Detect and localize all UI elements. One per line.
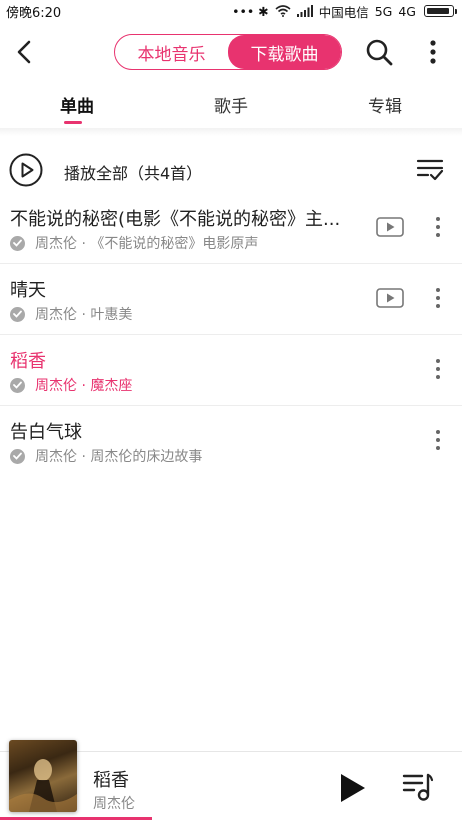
back-icon[interactable]	[12, 38, 40, 66]
song-artist-album: 周杰伦 · 《不能说的秘密》电影原声	[35, 236, 259, 252]
segment-local-music[interactable]: 本地音乐	[115, 35, 228, 69]
play-all-row[interactable]: 播放全部（共4首）	[0, 148, 462, 192]
mv-play-icon[interactable]	[376, 217, 404, 237]
song-subtitle: 周杰伦 · 《不能说的秘密》电影原声	[10, 233, 258, 253]
battery-icon	[424, 5, 457, 17]
song-subtitle: 周杰伦 · 周杰伦的床边故事	[10, 446, 202, 466]
song-row[interactable]: 告白气球 周杰伦 · 周杰伦的床边故事	[0, 406, 462, 477]
song-title: 晴天	[10, 280, 46, 301]
song-more-icon[interactable]	[432, 286, 444, 310]
tab-indicator	[64, 121, 82, 124]
search-icon[interactable]	[364, 37, 394, 67]
play-all-label: 播放全部（共4首）	[64, 164, 203, 183]
downloaded-check-icon	[10, 306, 25, 322]
player-song-title: 稻香	[93, 770, 129, 791]
status-time: 傍晚6:20	[6, 5, 62, 21]
source-toggle: 本地音乐 下载歌曲	[114, 34, 342, 70]
song-title: 告白气球	[10, 422, 82, 443]
network-5g: 5G	[374, 3, 393, 19]
album-cover[interactable]	[9, 740, 77, 812]
song-subtitle: 周杰伦 · 叶惠美	[10, 304, 132, 324]
song-more-icon[interactable]	[432, 215, 444, 239]
mini-player[interactable]: 稻香 周杰伦	[0, 740, 462, 821]
player-artist: 周杰伦	[93, 796, 135, 812]
tab-bar: 单曲 歌手 专辑	[0, 84, 462, 126]
song-artist-album: 周杰伦 · 叶惠美	[35, 307, 133, 323]
play-circle-icon[interactable]	[9, 153, 43, 187]
mv-play-icon[interactable]	[376, 288, 404, 308]
song-row-playing[interactable]: 稻香 周杰伦 · 魔杰座	[0, 335, 462, 406]
network-4g: 4G	[398, 3, 416, 19]
multi-select-icon[interactable]	[416, 158, 444, 182]
more-vertical-icon[interactable]	[424, 38, 442, 66]
song-row[interactable]: 不能说的秘密(电影《不能说的秘密》主... 周杰伦 · 《不能说的秘密》电影原声	[0, 193, 462, 264]
song-title: 稻香	[10, 351, 46, 372]
downloaded-check-icon	[10, 235, 25, 251]
status-bar: 傍晚6:20 ••• ✱ 中国电信 5G 4G	[0, 0, 462, 22]
song-more-icon[interactable]	[432, 357, 444, 381]
song-more-icon[interactable]	[432, 428, 444, 452]
status-dots-bluetooth: ••• ✱	[232, 3, 269, 19]
tab-singles[interactable]: 单曲	[0, 84, 154, 126]
playlist-icon[interactable]	[402, 772, 434, 802]
downloaded-check-icon	[10, 448, 25, 464]
segment-downloaded-songs[interactable]: 下载歌曲	[228, 35, 341, 69]
playback-progress[interactable]	[0, 817, 153, 820]
signal-icon	[296, 5, 313, 17]
song-artist-album: 周杰伦 · 魔杰座	[35, 378, 133, 394]
play-icon[interactable]	[338, 772, 368, 804]
wifi-icon	[275, 5, 291, 17]
song-artist-album: 周杰伦 · 周杰伦的床边故事	[35, 449, 203, 465]
song-subtitle: 周杰伦 · 魔杰座	[10, 375, 132, 395]
header: 本地音乐 下载歌曲	[0, 30, 462, 74]
tab-artists[interactable]: 歌手	[154, 84, 308, 126]
tabs-divider	[0, 128, 462, 136]
song-row[interactable]: 晴天 周杰伦 · 叶惠美	[0, 264, 462, 335]
carrier-name: 中国电信	[318, 4, 369, 20]
tab-albums[interactable]: 专辑	[308, 84, 462, 126]
song-title: 不能说的秘密(电影《不能说的秘密》主...	[10, 209, 341, 230]
downloaded-check-icon	[10, 377, 25, 393]
